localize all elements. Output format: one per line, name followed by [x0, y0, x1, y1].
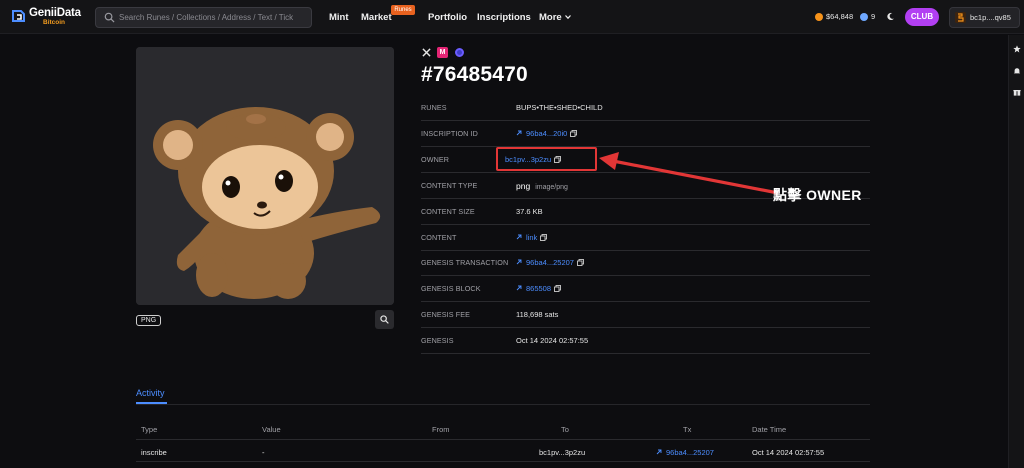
- table-row: inscribe - bc1pv...3p2zu 96ba4...25207 O…: [136, 440, 870, 462]
- activity-value: -: [262, 448, 265, 457]
- arrow-up-right-icon: [516, 130, 522, 136]
- column-header: Value: [262, 425, 281, 434]
- content-size-value: 37.6 KB: [516, 207, 543, 216]
- btc-icon: [815, 13, 823, 21]
- divider: [136, 404, 870, 405]
- zoom-button[interactable]: [375, 310, 394, 329]
- zoom-icon: [380, 315, 389, 324]
- table-header: Type Value From To Tx Date Time: [136, 420, 870, 440]
- gas-fee: 9: [871, 12, 876, 21]
- inscription-id-link[interactable]: 96ba4...20i0: [526, 129, 567, 138]
- copy-icon[interactable]: [554, 285, 561, 292]
- monkey-image: [136, 47, 394, 305]
- nav-mint[interactable]: Mint: [329, 12, 349, 23]
- column-header: Type: [141, 425, 158, 434]
- annotation-arrow: [599, 152, 779, 195]
- row-label: OWNER: [421, 155, 450, 164]
- column-header: Date Time: [752, 425, 787, 434]
- genesis-tx-link[interactable]: 96ba4...25207: [526, 258, 574, 267]
- genesis-block-link[interactable]: 865508: [526, 284, 551, 293]
- row-label: GENESIS BLOCK: [421, 284, 481, 293]
- side-toolbar: [1008, 35, 1024, 468]
- arrow-up-right-icon: [656, 449, 662, 455]
- row-label: INSCRIPTION ID: [421, 129, 478, 138]
- row-label: CONTENT TYPE: [421, 181, 478, 190]
- activity-tx-link[interactable]: 96ba4...25207: [666, 448, 714, 457]
- detail-row-genesis-fee: GENESIS FEE 118,698 sats: [421, 302, 870, 328]
- row-label: GENESIS FEE: [421, 310, 471, 319]
- copy-icon[interactable]: [570, 130, 578, 137]
- geniidata-logo-icon: [12, 10, 25, 22]
- inscription-image[interactable]: [136, 47, 394, 305]
- inscription-number: #76485470: [421, 63, 528, 86]
- search-input[interactable]: [119, 10, 307, 25]
- gas-icon: [860, 13, 868, 21]
- content-type-value: png: [516, 181, 531, 191]
- row-label: CONTENT: [421, 233, 457, 242]
- annotation-label: 點擊 OWNER: [773, 187, 862, 203]
- detail-row-runes: RUNES BUPS•THE•SHED•CHILD: [421, 95, 870, 121]
- wallet-address: bc1p....qv85: [970, 13, 1011, 22]
- owner-highlight-box: [496, 147, 597, 171]
- ordinals-icon[interactable]: [455, 48, 464, 57]
- column-header: From: [432, 425, 450, 434]
- runes-link[interactable]: BUPS•THE•SHED•CHILD: [516, 103, 603, 112]
- arrow-up-right-icon: [516, 259, 522, 265]
- top-navbar: GeniiData Bitcoin Mint Market Runes Port…: [0, 0, 1024, 34]
- activity-date: Oct 14 2024 02:57:55: [752, 448, 825, 457]
- x-icon[interactable]: [422, 48, 431, 57]
- gift-icon[interactable]: [1013, 88, 1021, 96]
- btc-price: $64,848: [826, 12, 854, 21]
- nav-portfolio[interactable]: Portfolio: [428, 12, 467, 23]
- runes-badge: Runes: [391, 5, 415, 15]
- column-header: Tx: [683, 425, 692, 434]
- logo[interactable]: GeniiData Bitcoin: [10, 6, 85, 28]
- arrow-up-right-icon: [516, 234, 522, 240]
- tab-activity[interactable]: Activity: [136, 388, 165, 398]
- bell-icon[interactable]: [1013, 67, 1021, 75]
- row-label: RUNES: [421, 103, 447, 112]
- activity-to-link[interactable]: bc1pv...3p2zu: [539, 448, 585, 457]
- row-label: CONTENT SIZE: [421, 207, 475, 216]
- detail-row-genesis-block: GENESIS BLOCK 865508: [421, 276, 870, 302]
- star-icon[interactable]: [1013, 45, 1021, 53]
- arrow-up-right-icon: [516, 285, 522, 291]
- chevron-down-icon[interactable]: [565, 14, 571, 20]
- detail-row-genesis-transaction: GENESIS TRANSACTION 96ba4...25207: [421, 250, 870, 276]
- media-type-badge: PNG: [136, 315, 162, 326]
- search-bar[interactable]: [95, 7, 312, 28]
- genesis-fee-value: 118,698 sats: [516, 310, 559, 319]
- row-label: GENESIS: [421, 336, 454, 345]
- wallet-button[interactable]: bc1p....qv85: [949, 7, 1020, 28]
- content-link[interactable]: link: [526, 233, 537, 242]
- magic-eden-icon[interactable]: M: [437, 47, 448, 58]
- mime-type: image/png: [535, 184, 568, 191]
- moon-icon[interactable]: [886, 12, 895, 21]
- logo-subtitle: Bitcoin: [43, 19, 66, 26]
- copy-icon[interactable]: [540, 234, 548, 241]
- nav-more[interactable]: More: [539, 12, 562, 23]
- row-label: GENESIS TRANSACTION: [421, 258, 509, 267]
- club-button[interactable]: CLUB: [905, 8, 939, 26]
- column-header: To: [561, 425, 569, 434]
- detail-row-genesis: GENESIS Oct 14 2024 02:57:55: [421, 328, 870, 354]
- copy-icon[interactable]: [577, 259, 584, 266]
- detail-row-inscription-id: INSCRIPTION ID 96ba4...20i0: [421, 121, 870, 147]
- avatar: [955, 12, 966, 23]
- logo-name: GeniiData: [29, 7, 81, 19]
- detail-row-content: CONTENT link: [421, 225, 870, 251]
- nav-inscriptions[interactable]: Inscriptions: [477, 12, 531, 23]
- search-icon: [104, 12, 115, 23]
- nav-market[interactable]: Market: [361, 12, 392, 23]
- activity-type: inscribe: [141, 448, 167, 457]
- genesis-date-value: Oct 14 2024 02:57:55: [516, 336, 589, 345]
